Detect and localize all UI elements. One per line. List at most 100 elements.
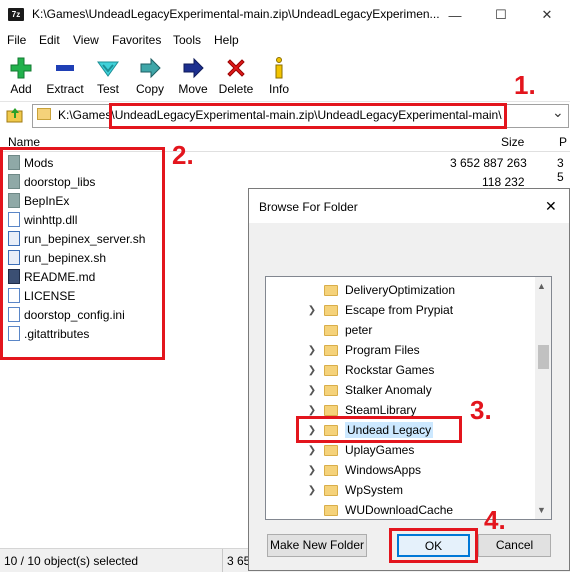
tree-item-peter[interactable]: peter [266, 320, 536, 340]
tree-item-label: DeliveryOptimization [345, 283, 456, 297]
status-selection: 10 / 10 object(s) selected [4, 554, 139, 568]
info-button[interactable]: Info [266, 56, 292, 96]
test-button[interactable]: Test [95, 56, 121, 96]
menu-view[interactable]: View [73, 33, 99, 47]
folder-tree[interactable]: DeliveryOptimization ❯ Escape from Prypia… [265, 276, 552, 520]
delete-icon [227, 59, 245, 77]
delete-button[interactable]: Delete [218, 56, 254, 96]
info-label: Info [268, 82, 289, 96]
file-packed: 3 5 [557, 156, 564, 184]
address-dropdown-icon[interactable]: ⌄ [552, 104, 564, 121]
7zip-app-icon: 7z [8, 8, 24, 21]
tree-item-windowsapps[interactable]: ❯ WindowsApps [266, 460, 536, 480]
make-new-folder-button[interactable]: Make New Folder [267, 534, 367, 557]
menu-favorites[interactable]: Favorites [112, 33, 161, 47]
up-folder-icon[interactable] [6, 106, 24, 124]
file-size: 3 652 887 263 [450, 156, 527, 170]
address-prefix: K:\Games\ [58, 108, 115, 122]
file-size: 118 232 [482, 175, 525, 189]
cancel-button[interactable]: Cancel [478, 534, 551, 557]
toolbar: Add Extract Test Copy Move Delete Info [0, 52, 570, 98]
tree-item-label: Program Files [345, 343, 420, 357]
test-label: Test [96, 82, 119, 96]
tree-item-label: Escape from Prypiat [345, 303, 454, 317]
menu-tools[interactable]: Tools [173, 33, 201, 47]
folder-icon [324, 444, 338, 456]
annotation-label-2: 2. [172, 140, 194, 170]
move-label: Move [178, 82, 208, 96]
tree-item-label: Rockstar Games [345, 363, 435, 377]
chevron-right-icon[interactable]: ❯ [306, 445, 318, 456]
menu-edit[interactable]: Edit [39, 33, 60, 47]
chevron-right-icon[interactable]: ❯ [306, 365, 318, 376]
copy-label: Copy [135, 82, 164, 96]
folder-icon [324, 464, 338, 476]
chevron-right-icon[interactable]: ❯ [306, 485, 318, 496]
chevron-right-icon[interactable]: ❯ [306, 305, 318, 316]
delete-label: Delete [218, 82, 254, 96]
folder-icon [324, 484, 338, 496]
tree-item-label: WindowsApps [345, 463, 422, 477]
menu-file[interactable]: File [7, 33, 26, 47]
address-folder-icon [37, 108, 51, 120]
scroll-down-icon[interactable]: ▼ [537, 505, 546, 515]
title-bar[interactable]: 7z K:\Games\UndeadLegacyExperimental-mai… [0, 0, 570, 30]
tree-item-program-files[interactable]: ❯ Program Files [266, 340, 536, 360]
folder-icon [324, 384, 338, 396]
tree-item-rockstar-games[interactable]: ❯ Rockstar Games [266, 360, 536, 380]
move-button[interactable]: Move [176, 56, 210, 96]
info-icon [275, 57, 283, 79]
tree-item-label: UplayGames [345, 443, 415, 457]
chevron-right-icon[interactable]: ❯ [306, 385, 318, 396]
test-icon [97, 61, 119, 77]
scroll-up-icon[interactable]: ▲ [537, 281, 546, 291]
folder-icon [324, 344, 338, 356]
tree-item-stalker-anomaly[interactable]: ❯ Stalker Anomaly [266, 380, 536, 400]
move-icon [183, 57, 204, 79]
column-size[interactable]: Size [501, 135, 524, 149]
tree-item-uplaygames[interactable]: ❯ UplayGames [266, 440, 536, 460]
folder-icon [324, 504, 338, 516]
add-icon [10, 57, 32, 79]
status-divider [222, 549, 223, 572]
extract-icon [56, 65, 74, 71]
menu-bar: File Edit View Favorites Tools Help [0, 30, 570, 50]
annotation-label-4: 4. [484, 505, 506, 535]
annotation-box-address [109, 103, 507, 129]
add-label: Add [10, 82, 32, 96]
extract-label: Extract [46, 82, 84, 96]
window-title: K:\Games\UndeadLegacyExperimental-main.z… [32, 7, 440, 21]
add-button[interactable]: Add [8, 56, 34, 96]
folder-icon [324, 284, 338, 296]
tree-item-label: WpSystem [345, 483, 404, 497]
annotation-box-ok [389, 528, 478, 563]
menu-help[interactable]: Help [214, 33, 239, 47]
annotation-label-3: 3. [470, 395, 492, 425]
minimize-button[interactable]: — [432, 0, 478, 30]
folder-icon [324, 324, 338, 336]
annotation-box-files [0, 147, 165, 360]
dialog-close-button[interactable]: ✕ [545, 198, 557, 215]
chevron-right-icon[interactable]: ❯ [306, 465, 318, 476]
dialog-title: Browse For Folder [259, 200, 358, 214]
tree-item-escape-from-prypiat[interactable]: ❯ Escape from Prypiat [266, 300, 536, 320]
maximize-button[interactable]: ☐ [478, 0, 524, 30]
folder-icon [324, 304, 338, 316]
copy-button[interactable]: Copy [134, 56, 166, 96]
annotation-box-undead-legacy [296, 416, 462, 443]
chevron-right-icon[interactable]: ❯ [306, 405, 318, 416]
scrollbar-thumb[interactable] [538, 345, 549, 369]
close-button[interactable]: ✕ [524, 0, 570, 30]
tree-item-wpsystem[interactable]: ❯ WpSystem [266, 480, 536, 500]
tree-item-deliveryoptimization[interactable]: DeliveryOptimization [266, 280, 536, 300]
copy-icon [140, 57, 161, 79]
tree-item-label: peter [345, 323, 373, 337]
chevron-right-icon[interactable]: ❯ [306, 345, 318, 356]
folder-icon [324, 364, 338, 376]
tree-item-label: Stalker Anomaly [345, 383, 432, 397]
tree-scrollbar[interactable] [535, 277, 551, 519]
annotation-label-1: 1. [514, 70, 536, 100]
column-packed[interactable]: P [559, 135, 567, 149]
tree-item-label: WUDownloadCache [345, 503, 454, 517]
extract-button[interactable]: Extract [45, 56, 85, 96]
